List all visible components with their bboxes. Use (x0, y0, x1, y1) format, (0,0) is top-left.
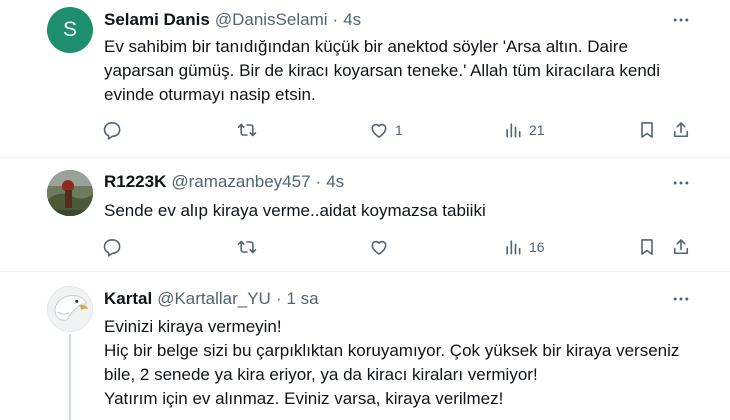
tweet[interactable]: R1223K @ramazanbey457 · 4s Sende ev alıp… (0, 158, 730, 271)
more-options-button[interactable] (670, 9, 692, 31)
tweet-text-line: bile, 2 senede ya kira eriyor, ya da kir… (104, 365, 538, 384)
like-count: 1 (395, 122, 403, 138)
action-bar: 1 21 (0, 118, 730, 142)
view-count: 21 (529, 122, 545, 138)
views-icon (506, 123, 521, 138)
avatar-letter: S (62, 18, 77, 41)
share-button[interactable] (671, 118, 691, 142)
share-icon (673, 122, 689, 138)
views-icon (506, 240, 521, 255)
separator-dot: · (315, 172, 322, 191)
tweet-text-line: evinde oturmayı nasip etsin. (104, 85, 316, 104)
display-name[interactable]: Kartal (104, 289, 152, 309)
views-button[interactable]: 16 (503, 235, 545, 259)
tweet-text: Sende ev alıp kiraya verme..aidat koymaz… (104, 199, 704, 223)
bookmark-button[interactable] (637, 235, 657, 259)
tweet-text: Ev sahibim bir tanıdığından küçük bir an… (104, 35, 704, 107)
reply-icon (103, 122, 121, 140)
more-options-button[interactable] (670, 288, 692, 310)
avatar-eagle (48, 287, 92, 331)
tweet[interactable]: Kartal @Kartallar_YU · 1 sa Evinizi kira… (0, 272, 730, 420)
tweet-header: Selami Danis @DanisSelami · 4s (104, 10, 361, 30)
tweet-text-line: Ev sahibim bir tanıdığından küçük bir an… (104, 37, 628, 56)
user-handle[interactable]: @ramazanbey457 (171, 172, 310, 192)
tweet-text-line: Hiç bir belge sizi bu çarpıklıktan koruy… (104, 341, 680, 360)
bookmark-button[interactable] (637, 118, 657, 142)
action-bar: 16 (0, 235, 730, 259)
timestamp[interactable]: 1 sa (287, 289, 319, 309)
retweet-icon (237, 240, 257, 254)
more-icon (673, 297, 689, 301)
avatar[interactable] (47, 170, 93, 216)
display-name[interactable]: Selami Danis (104, 10, 210, 30)
avatar[interactable]: S (47, 7, 93, 53)
retweet-button[interactable] (236, 118, 258, 142)
timestamp[interactable]: 4s (326, 172, 344, 192)
thread-line (69, 334, 71, 420)
display-name[interactable]: R1223K (104, 172, 166, 192)
retweet-button[interactable] (236, 235, 258, 259)
tweet[interactable]: S Selami Danis @DanisSelami · 4s Ev sahi… (0, 0, 730, 157)
view-count: 16 (529, 239, 545, 255)
more-icon (673, 18, 689, 22)
heart-icon (371, 123, 387, 138)
tweet-text-line: yaparsan gümüş. Bir de kiracı koyarsan t… (104, 61, 661, 80)
like-button[interactable] (369, 235, 389, 259)
bookmark-icon (641, 122, 653, 138)
avatar[interactable] (47, 286, 93, 332)
reply-icon (103, 239, 121, 257)
avatar-photo (47, 170, 93, 216)
user-handle[interactable]: @DanisSelami (215, 10, 328, 30)
retweet-icon (237, 123, 257, 137)
tweet-text-line: Sende ev alıp kiraya verme..aidat koymaz… (104, 201, 486, 220)
tweet-text: Evinizi kiraya vermeyin! Hiç bir belge s… (104, 315, 704, 411)
tweet-header: R1223K @ramazanbey457 · 4s (104, 172, 344, 192)
more-options-button[interactable] (670, 172, 692, 194)
tweet-text-line: Yatırım için ev alınmaz. Eviniz varsa, k… (104, 389, 504, 408)
separator-dot: · (275, 289, 282, 308)
timestamp[interactable]: 4s (343, 10, 361, 30)
share-icon (673, 239, 689, 255)
reply-button[interactable] (102, 118, 122, 142)
like-button[interactable]: 1 (369, 118, 403, 142)
views-button[interactable]: 21 (503, 118, 545, 142)
separator-dot: · (332, 10, 339, 29)
reply-button[interactable] (102, 235, 122, 259)
user-handle[interactable]: @Kartallar_YU (157, 289, 271, 309)
more-icon (673, 181, 689, 185)
tweet-text-line: Evinizi kiraya vermeyin! (104, 317, 282, 336)
tweet-header: Kartal @Kartallar_YU · 1 sa (104, 289, 319, 309)
heart-icon (371, 240, 387, 255)
share-button[interactable] (671, 235, 691, 259)
bookmark-icon (641, 239, 653, 255)
